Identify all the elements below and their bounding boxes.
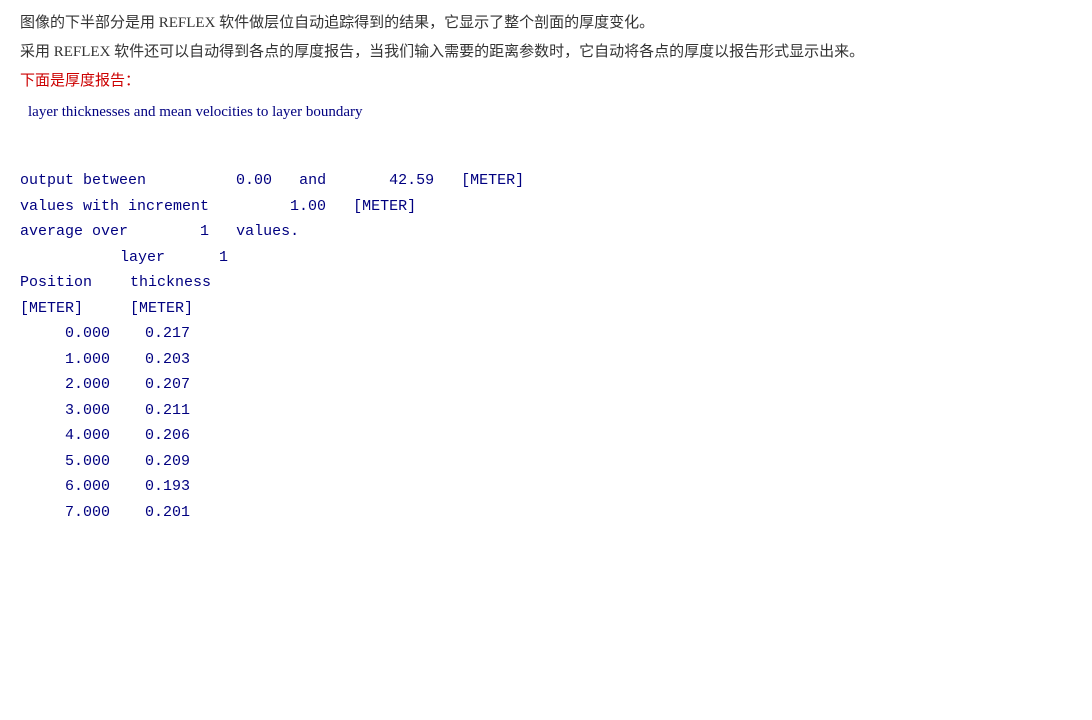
average-over-line: average over 1 values. [20,219,1072,245]
position-cell: 1.000 [20,347,130,373]
description-line1: 图像的下半部分是用 REFLEX 软件做层位自动追踪得到的结果，它显示了整个剖面… [20,10,1072,37]
col2-header1: thickness [130,270,211,296]
average-over-value: 1 [200,223,209,240]
values-increment-unit: [METER] [353,198,416,215]
output-between-unit: [METER] [461,172,524,189]
col1-header1: Position [20,270,130,296]
values-increment-label: values with increment [20,198,209,215]
table-row: 4.0000.206 [20,423,1072,449]
position-cell: 7.000 [20,500,130,526]
thickness-cell: 0.211 [130,398,190,424]
layer-row: layer 1 [20,245,1072,271]
table-row: 6.0000.193 [20,474,1072,500]
position-cell: 0.000 [20,321,130,347]
thickness-cell: 0.193 [130,474,190,500]
thickness-cell: 0.201 [130,500,190,526]
table-row: 7.0000.201 [20,500,1072,526]
thickness-cell: 0.207 [130,372,190,398]
table-header-row1: Position thickness [20,270,1072,296]
values-increment-value: 1.00 [290,198,326,215]
section-header: 下面是厚度报告： [20,68,1072,95]
thickness-cell: 0.217 [130,321,190,347]
position-cell: 6.000 [20,474,130,500]
output-between-end: 42.59 [389,172,434,189]
output-between-line: output between 0.00 and 42.59 [METER] [20,168,1072,194]
position-cell: 2.000 [20,372,130,398]
thickness-cell: 0.203 [130,347,190,373]
output-between-and: and [299,172,326,189]
table-row: 5.0000.209 [20,449,1072,475]
table-row: 1.0000.203 [20,347,1072,373]
average-over-label: average over [20,223,128,240]
thickness-cell: 0.206 [130,423,190,449]
layer-label: layer [120,249,165,266]
table-row: 2.0000.207 [20,372,1072,398]
col2-header2: [METER] [130,296,193,322]
position-cell: 5.000 [20,449,130,475]
values-increment-line: values with increment 1.00 [METER] [20,194,1072,220]
table-row: 3.0000.211 [20,398,1072,424]
layer-value: 1 [219,249,228,266]
table-body: 0.0000.2171.0000.2032.0000.2073.0000.211… [20,321,1072,525]
layer-info-text: layer thicknesses and mean velocities to… [28,99,1072,126]
table-row: 0.0000.217 [20,321,1072,347]
average-over-suffix: values. [236,223,299,240]
col1-header2: [METER] [20,296,130,322]
position-cell: 4.000 [20,423,130,449]
output-between-label: output between [20,172,146,189]
output-between-start: 0.00 [236,172,272,189]
position-cell: 3.000 [20,398,130,424]
thickness-cell: 0.209 [130,449,190,475]
description-line2: 采用 REFLEX 软件还可以自动得到各点的厚度报告，当我们输入需要的距离参数时… [20,39,1072,66]
table-header-row2: [METER] [METER] [20,296,1072,322]
